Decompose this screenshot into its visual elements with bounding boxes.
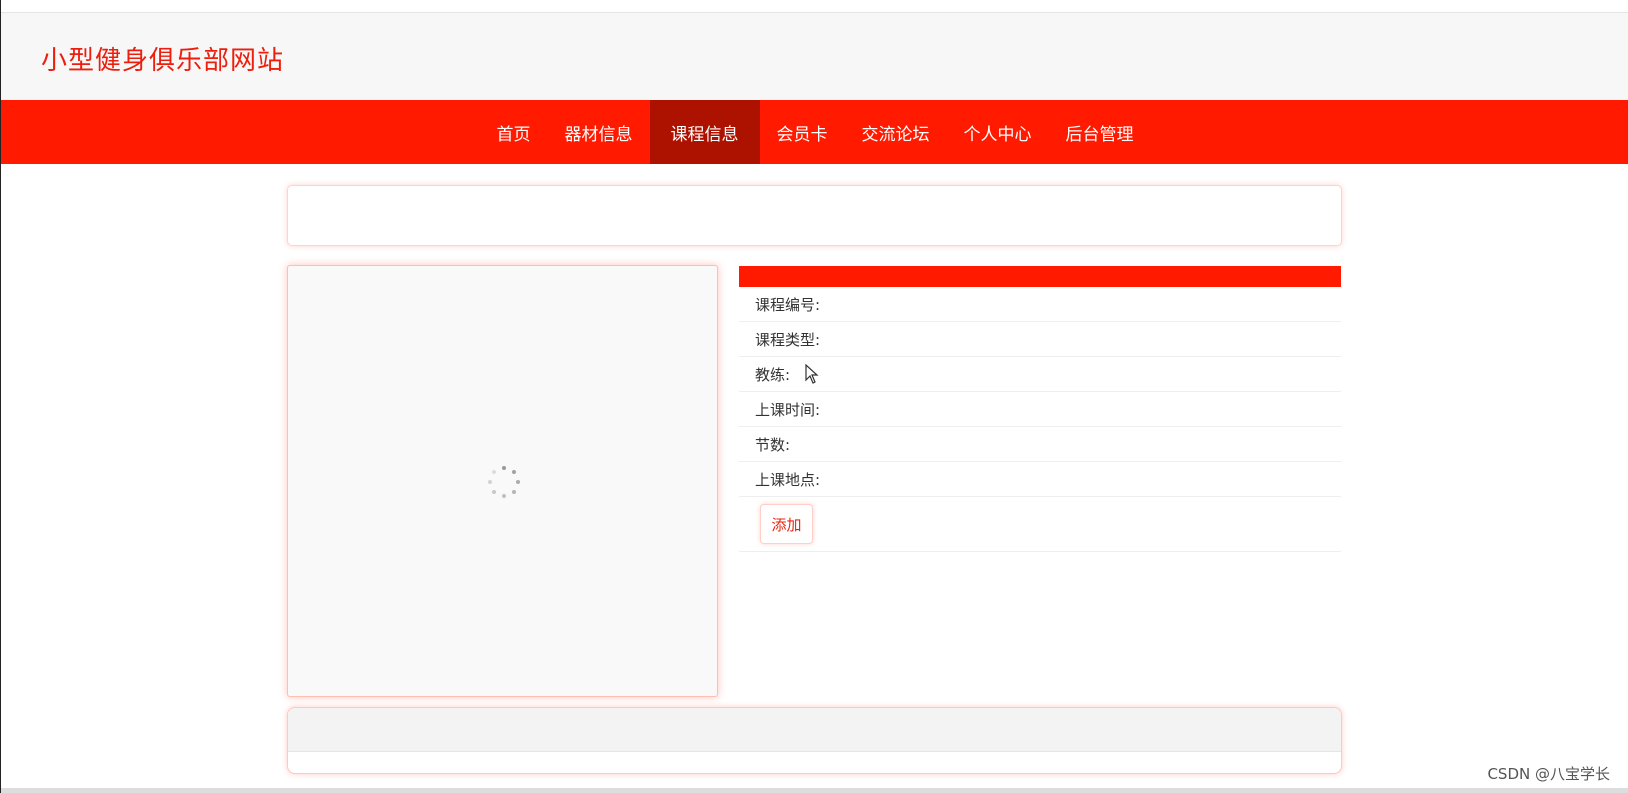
main-nav: 首页 器材信息 课程信息 会员卡 交流论坛 个人中心 后台管理: [1, 100, 1628, 164]
add-row: 添加: [739, 497, 1341, 552]
field-course-type: 课程类型:: [739, 322, 1341, 357]
site-title[interactable]: 小型健身俱乐部网站: [41, 40, 284, 77]
browser-top-strip: [1, 0, 1628, 13]
page: 小型健身俱乐部网站 首页 器材信息 课程信息 会员卡 交流论坛 个人中心 后台管…: [0, 0, 1628, 793]
nav-item-home[interactable]: 首页: [480, 100, 548, 164]
info-header-bar: [739, 266, 1341, 287]
watermark: CSDN @八宝学长: [1487, 765, 1610, 783]
field-class-time: 上课时间:: [739, 392, 1341, 427]
field-location: 上课地点:: [739, 462, 1341, 497]
course-info-panel: 课程编号: 课程类型: 教练: 上课时间: 节数: 上课地点: 添加: [739, 266, 1341, 552]
mouse-cursor-icon: [805, 364, 819, 384]
field-coach: 教练:: [739, 357, 1341, 392]
nav-item-equipment[interactable]: 器材信息: [548, 100, 650, 164]
nav-item-personal-center[interactable]: 个人中心: [947, 100, 1049, 164]
comment-panel: [287, 707, 1342, 774]
nav-item-admin[interactable]: 后台管理: [1049, 100, 1151, 164]
nav-item-courses[interactable]: 课程信息: [649, 100, 760, 164]
loading-spinner-icon: [488, 466, 520, 498]
course-image-panel: [287, 265, 718, 697]
nav-item-membership-card[interactable]: 会员卡: [760, 100, 845, 164]
bottom-strip: [1, 788, 1628, 793]
field-course-number: 课程编号:: [739, 287, 1341, 322]
site-header: 小型健身俱乐部网站: [1, 13, 1628, 100]
add-button[interactable]: 添加: [760, 504, 813, 544]
field-sessions: 节数:: [739, 427, 1341, 462]
nav-item-forum[interactable]: 交流论坛: [845, 100, 947, 164]
title-box: [287, 185, 1342, 246]
comment-panel-header: [288, 708, 1341, 752]
